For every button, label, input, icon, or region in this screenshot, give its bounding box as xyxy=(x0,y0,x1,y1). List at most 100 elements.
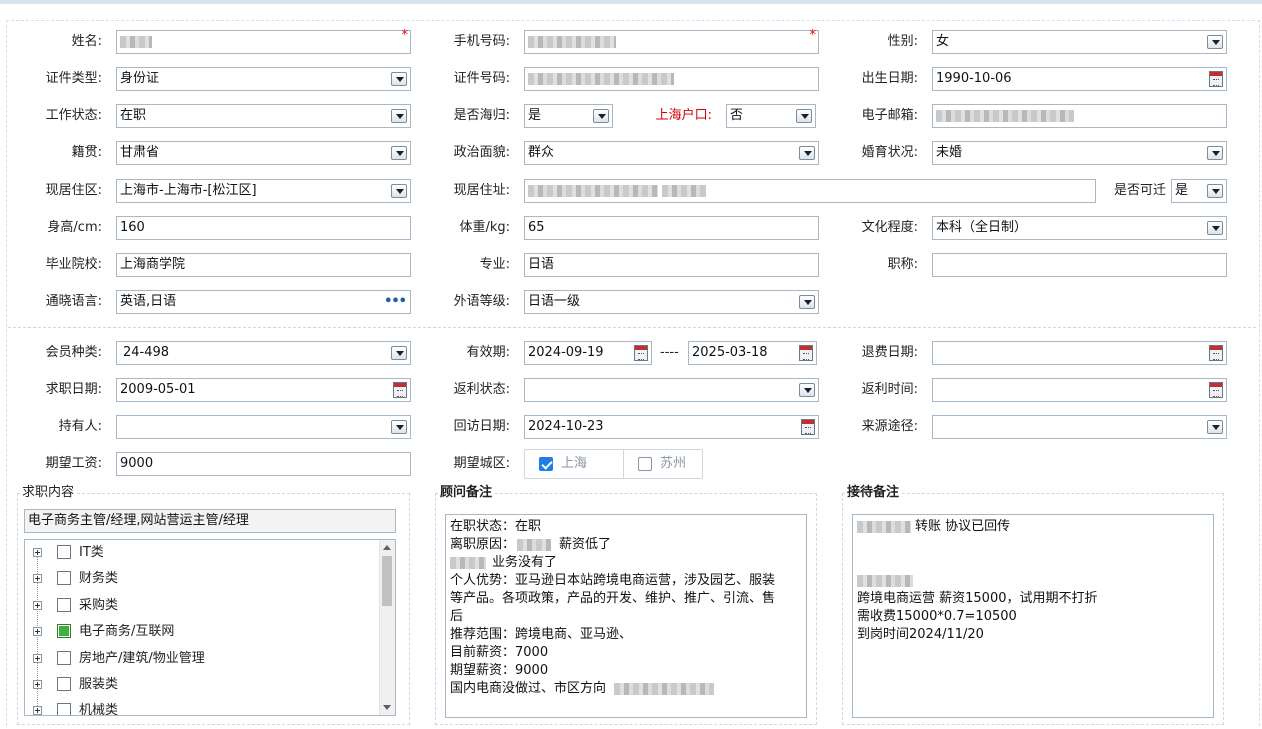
job-content-title: 求职内容 xyxy=(20,485,77,501)
expand-plus-icon[interactable] xyxy=(33,548,42,557)
expected-salary-field[interactable]: 9000 xyxy=(116,452,411,476)
chevron-down-icon[interactable] xyxy=(1207,420,1223,434)
chevron-down-icon[interactable] xyxy=(1207,146,1223,160)
calendar-icon[interactable] xyxy=(801,419,815,435)
checkbox-icon[interactable] xyxy=(57,677,71,691)
lang-level-select[interactable]: 日语一级 xyxy=(524,290,819,314)
calendar-icon[interactable] xyxy=(634,345,648,361)
name-required-mark: * xyxy=(401,28,409,43)
job-category-tree[interactable]: IT类 财务类 采购类 电子商务/互联网 房地产/建筑/物业管理 服装类 机械类 xyxy=(24,539,396,716)
weight-field[interactable]: 65 xyxy=(524,216,819,240)
city-option-label: 苏州 xyxy=(660,456,687,471)
chevron-down-icon[interactable] xyxy=(1207,221,1223,235)
phone-field[interactable]: * xyxy=(524,29,819,54)
id-type-select[interactable]: 身份证 xyxy=(116,67,411,91)
name-field[interactable]: * xyxy=(116,28,411,54)
relocate-select[interactable]: 是 xyxy=(1171,179,1227,203)
native-place-select[interactable]: 甘肃省 xyxy=(116,141,411,165)
returnee-select[interactable]: 是 xyxy=(524,104,613,128)
education-select[interactable]: 本科（全日制） xyxy=(932,216,1227,240)
political-select[interactable]: 群众 xyxy=(524,141,819,165)
expand-plus-icon[interactable] xyxy=(33,574,42,583)
email-label: 电子邮箱: xyxy=(861,108,918,123)
note-line: 等产品。各项政策，产品的开发、维护、推广、引流、售 xyxy=(450,591,776,606)
more-options-icon[interactable]: ••• xyxy=(384,294,407,309)
school-field[interactable]: 上海商学院 xyxy=(116,253,411,277)
calendar-icon[interactable] xyxy=(799,345,813,361)
languages-field[interactable]: 英语,日语 ••• xyxy=(116,290,411,314)
checkbox-icon[interactable] xyxy=(57,545,71,559)
checkbox-icon[interactable] xyxy=(57,703,71,715)
checkbox-icon[interactable] xyxy=(57,651,71,665)
member-type-select[interactable]: 24-498 xyxy=(116,341,411,365)
work-status-select[interactable]: 在职 xyxy=(116,104,411,128)
note-line xyxy=(857,536,1209,554)
city-option-shanghai[interactable]: 上海 xyxy=(524,449,633,479)
residence-addr-value-redacted xyxy=(528,180,707,202)
expand-plus-icon[interactable] xyxy=(33,680,42,689)
calendar-icon[interactable] xyxy=(1209,71,1223,87)
calendar-icon[interactable] xyxy=(1209,382,1223,398)
residence-addr-field[interactable] xyxy=(524,179,1096,203)
expand-plus-icon[interactable] xyxy=(33,627,42,636)
chevron-down-icon[interactable] xyxy=(1207,35,1223,49)
expand-plus-icon[interactable] xyxy=(33,706,42,715)
checkbox-icon[interactable] xyxy=(638,457,652,471)
job-content-selected[interactable]: 电子商务主管/经理,网站营运主管/经理 xyxy=(24,509,396,533)
height-value: 160 xyxy=(120,220,145,235)
chevron-down-icon[interactable] xyxy=(796,109,812,123)
tree-scrollbar[interactable] xyxy=(379,540,395,715)
city-option-suzhou[interactable]: 苏州 xyxy=(623,449,703,479)
chevron-down-icon[interactable] xyxy=(1207,184,1223,198)
job-date-field[interactable]: 2009-05-01 xyxy=(116,378,411,402)
expand-plus-icon[interactable] xyxy=(33,601,42,610)
checkbox-checked-icon[interactable] xyxy=(539,457,553,471)
email-field[interactable] xyxy=(932,104,1227,128)
chevron-down-icon[interactable] xyxy=(391,146,407,160)
chevron-down-icon[interactable] xyxy=(391,420,407,434)
height-field[interactable]: 160 xyxy=(116,216,411,240)
chevron-down-icon[interactable] xyxy=(391,109,407,123)
job-content-panel: 求职内容 电子商务主管/经理,网站营运主管/经理 IT类 财务类 采购类 电子商… xyxy=(17,485,410,725)
chevron-down-icon[interactable] xyxy=(799,146,815,160)
chevron-down-icon[interactable] xyxy=(391,72,407,86)
residence-area-select[interactable]: 上海市-上海市-[松江区] xyxy=(116,179,411,203)
marital-select[interactable]: 未婚 xyxy=(932,141,1227,165)
shanghai-hukou-select[interactable]: 否 xyxy=(726,104,816,128)
chevron-down-icon[interactable] xyxy=(391,184,407,198)
valid-start-field[interactable]: 2024-09-19 xyxy=(524,341,652,365)
birth-date-field[interactable]: 1990-10-06 xyxy=(932,67,1227,91)
note-line xyxy=(857,572,1209,590)
holder-select[interactable] xyxy=(116,415,411,439)
reception-notes-textarea[interactable]: 转账 协议已回传 跨境电商运营 薪资15000，试用期不打折 需收费15000*… xyxy=(852,514,1214,718)
valid-end-field[interactable]: 2025-03-18 xyxy=(688,341,817,365)
chevron-down-icon[interactable] xyxy=(799,295,815,309)
checkbox-icon[interactable] xyxy=(57,598,71,612)
valid-period-separator: ---- xyxy=(660,345,679,360)
chevron-down-icon[interactable] xyxy=(799,383,815,397)
checkbox-checked-icon[interactable] xyxy=(57,624,71,638)
title-field[interactable] xyxy=(932,253,1227,277)
refund-date-field[interactable] xyxy=(932,341,1227,365)
rebate-time-field[interactable] xyxy=(932,378,1227,402)
chevron-down-icon[interactable] xyxy=(391,346,407,360)
id-type-value: 身份证 xyxy=(120,71,160,86)
major-field[interactable]: 日语 xyxy=(524,253,819,277)
calendar-icon[interactable] xyxy=(393,382,407,398)
rebate-status-select[interactable] xyxy=(524,378,819,402)
chevron-down-icon[interactable] xyxy=(593,109,609,123)
id-no-field[interactable] xyxy=(524,67,819,91)
major-value: 日语 xyxy=(528,257,555,272)
consultant-notes-textarea[interactable]: 在职状态：在职 离职原因： 薪资低了 业务没有了 个人优势：亚马逊日本站跨境电商运… xyxy=(445,514,807,718)
revisit-date-field[interactable]: 2024-10-23 xyxy=(524,415,819,439)
scrollbar-thumb[interactable] xyxy=(382,556,392,606)
scroll-down-icon[interactable] xyxy=(383,705,391,710)
calendar-icon[interactable] xyxy=(1209,345,1223,361)
gender-select[interactable]: 女 xyxy=(932,30,1227,54)
source-select[interactable] xyxy=(932,415,1227,439)
expand-plus-icon[interactable] xyxy=(33,654,42,663)
refund-date-label: 退费日期: xyxy=(861,345,918,360)
scroll-up-icon[interactable] xyxy=(383,545,391,550)
checkbox-icon[interactable] xyxy=(57,571,71,585)
school-label: 毕业院校: xyxy=(45,257,102,272)
